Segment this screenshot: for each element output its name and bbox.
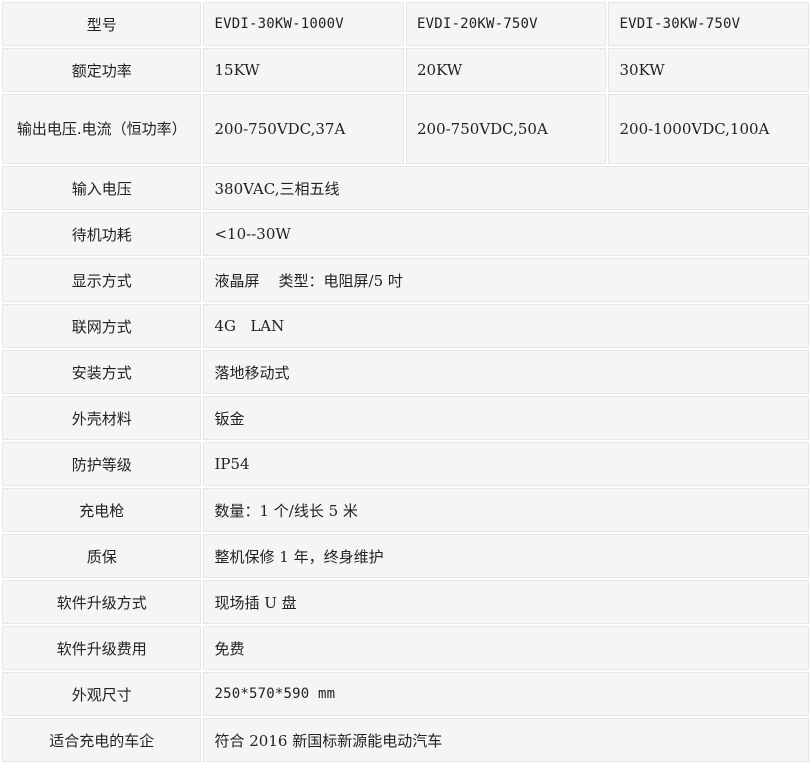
row-label: 安装方式 <box>2 350 202 394</box>
model-cell: EVDI-30KW-750V <box>608 2 809 46</box>
output-cell: 200-750VDC,37A <box>203 94 404 164</box>
row-label: 防护等级 <box>2 442 202 486</box>
row-label-output: 输出电压.电流（恒功率） <box>2 94 202 164</box>
row-label-rated-power: 额定功率 <box>2 48 202 92</box>
row-value: 4G LAN <box>203 304 809 348</box>
table-row: 软件升级方式 现场插 U 盘 <box>2 580 809 624</box>
table-row: 软件升级费用 免费 <box>2 626 809 670</box>
table-row: 输入电压 380VAC,三相五线 <box>2 166 809 210</box>
row-label: 软件升级方式 <box>2 580 202 624</box>
row-value: 落地移动式 <box>203 350 809 394</box>
output-cell: 200-1000VDC,100A <box>608 94 809 164</box>
row-label: 联网方式 <box>2 304 202 348</box>
row-value: 钣金 <box>203 396 809 440</box>
table-row: 额定功率 15KW 20KW 30KW <box>2 48 809 92</box>
model-cell: EVDI-30KW-1000V <box>203 2 404 46</box>
spec-table: 型号 EVDI-30KW-1000V EVDI-20KW-750V EVDI-3… <box>0 0 811 764</box>
row-value: 免费 <box>203 626 809 670</box>
table-row: 型号 EVDI-30KW-1000V EVDI-20KW-750V EVDI-3… <box>2 2 809 46</box>
row-label: 质保 <box>2 534 202 578</box>
row-label: 输入电压 <box>2 166 202 210</box>
row-label: 充电枪 <box>2 488 202 532</box>
row-label: 外观尺寸 <box>2 672 202 716</box>
rated-power-cell: 20KW <box>405 48 607 92</box>
table-row: 防护等级 IP54 <box>2 442 809 486</box>
model-cell: EVDI-20KW-750V <box>405 2 607 46</box>
row-label: 软件升级费用 <box>2 626 202 670</box>
output-cell: 200-750VDC,50A <box>405 94 607 164</box>
table-row: 待机功耗 <10--30W <box>2 212 809 256</box>
row-value: 符合 2016 新国标新源能电动汽车 <box>203 718 809 762</box>
row-value: 液晶屏 类型：电阻屏/5 吋 <box>203 258 809 302</box>
row-value: 数量：1 个/线长 5 米 <box>203 488 809 532</box>
table-row: 外壳材料 钣金 <box>2 396 809 440</box>
table-row: 安装方式 落地移动式 <box>2 350 809 394</box>
row-label: 适合充电的车企 <box>2 718 202 762</box>
row-value: IP54 <box>203 442 809 486</box>
row-label-model: 型号 <box>2 2 202 46</box>
table-row: 质保 整机保修 1 年，终身维护 <box>2 534 809 578</box>
table-row: 适合充电的车企 符合 2016 新国标新源能电动汽车 <box>2 718 809 762</box>
row-value: 整机保修 1 年，终身维护 <box>203 534 809 578</box>
table-row: 显示方式 液晶屏 类型：电阻屏/5 吋 <box>2 258 809 302</box>
table-row: 充电枪 数量：1 个/线长 5 米 <box>2 488 809 532</box>
rated-power-cell: 15KW <box>203 48 404 92</box>
row-label: 显示方式 <box>2 258 202 302</box>
row-label: 外壳材料 <box>2 396 202 440</box>
row-label: 待机功耗 <box>2 212 202 256</box>
row-value: <10--30W <box>203 212 809 256</box>
row-value: 现场插 U 盘 <box>203 580 809 624</box>
row-value: 250*570*590 mm <box>203 672 809 716</box>
table-row: 外观尺寸 250*570*590 mm <box>2 672 809 716</box>
table-row: 输出电压.电流（恒功率） 200-750VDC,37A 200-750VDC,5… <box>2 94 809 164</box>
row-value: 380VAC,三相五线 <box>203 166 809 210</box>
table-row: 联网方式 4G LAN <box>2 304 809 348</box>
rated-power-cell: 30KW <box>608 48 809 92</box>
